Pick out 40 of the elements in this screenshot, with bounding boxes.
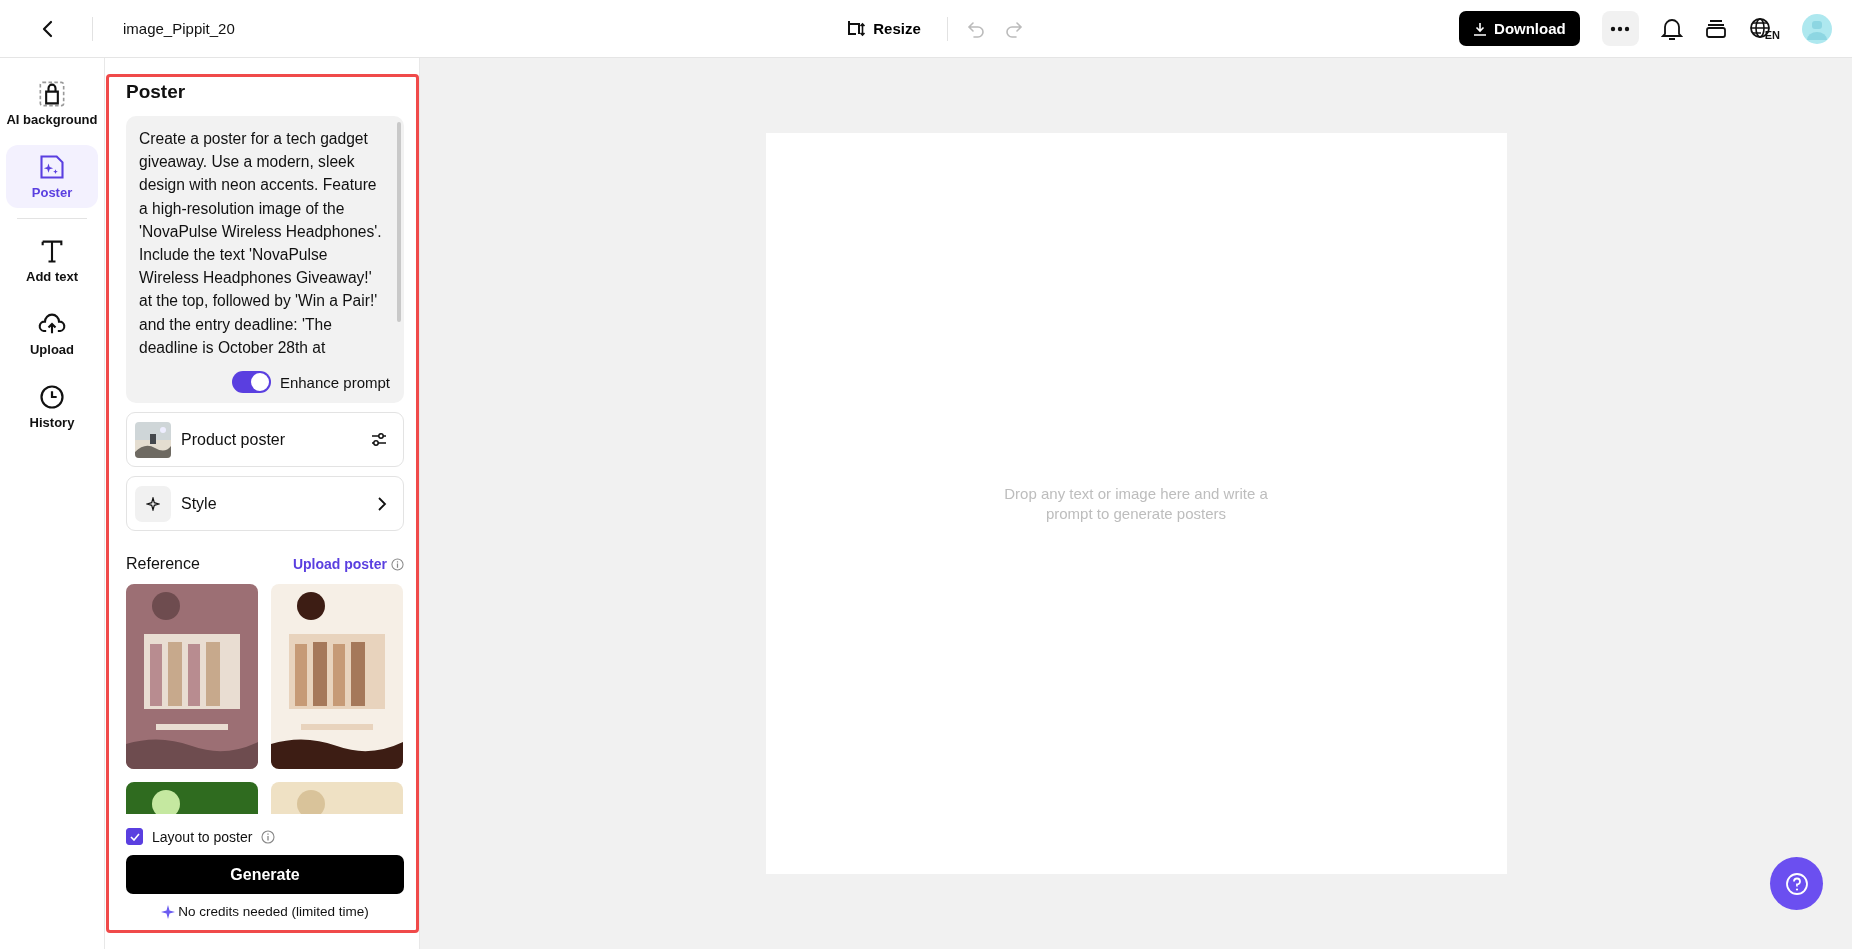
download-icon: [1473, 21, 1488, 36]
more-icon: [1610, 25, 1631, 32]
prompt-field[interactable]: Create a poster for a tech gadget giveaway. Use a modern, sleek design with neon accents. Feature a high-resolution image of the 'NovaPulse Wireless Headphones'. Include the text 'NovaPulse Wireless Headphones Giveaway!' at the top, followed by 'Win a Pair!' and the entry deadline: 'The deadline is October 28th at Enhance prompt: [126, 116, 404, 404]
style-option[interactable]: Style: [126, 476, 404, 532]
enhance-label: Enhance prompt: [279, 373, 390, 391]
product-poster-option[interactable]: Product poster: [126, 412, 404, 468]
help-button[interactable]: [1770, 857, 1823, 910]
help-icon: [1784, 871, 1809, 896]
sidebar-item[interactable]: AI background: [6, 72, 98, 135]
layout-label: Layout to poster: [152, 828, 253, 845]
credits-note: No credits needed (limited time): [178, 904, 369, 920]
check-icon: [129, 832, 140, 841]
download-button[interactable]: Download: [1459, 11, 1580, 46]
history-icon: [38, 383, 66, 411]
layout-checkbox[interactable]: [126, 828, 143, 846]
sliders-icon: [371, 431, 387, 448]
sidebar-item[interactable]: Add text: [6, 229, 98, 292]
resize-button[interactable]: Resize: [842, 14, 925, 43]
resize-icon: [846, 18, 867, 39]
info-icon[interactable]: [261, 829, 276, 844]
language-button[interactable]: EN: [1748, 16, 1780, 41]
document-title[interactable]: image_Pippit_20: [123, 20, 235, 37]
reference-heading: Reference: [126, 555, 201, 574]
more-button[interactable]: [1601, 11, 1639, 46]
stack-icon[interactable]: [1704, 18, 1727, 39]
chevron-right-icon: [377, 496, 387, 511]
sparkle-icon: [161, 904, 176, 919]
canvas-placeholder: Drop any text or image here and write a prompt to generate posters: [1003, 483, 1269, 524]
sidebar-item[interactable]: Poster: [6, 145, 98, 208]
bag-icon: [38, 80, 66, 108]
sidebar-item[interactable]: Upload: [6, 302, 98, 365]
info-icon[interactable]: [391, 557, 404, 571]
sidebar-item[interactable]: History: [6, 375, 98, 438]
bell-icon[interactable]: [1660, 16, 1683, 41]
panel-title: Poster: [126, 81, 187, 103]
enhance-toggle[interactable]: [231, 371, 271, 394]
sparkle-icon: [146, 496, 160, 511]
generate-button[interactable]: Generate: [126, 855, 404, 895]
sparkle-image-icon: [38, 153, 66, 181]
upload-poster-link[interactable]: Upload poster: [292, 556, 387, 573]
